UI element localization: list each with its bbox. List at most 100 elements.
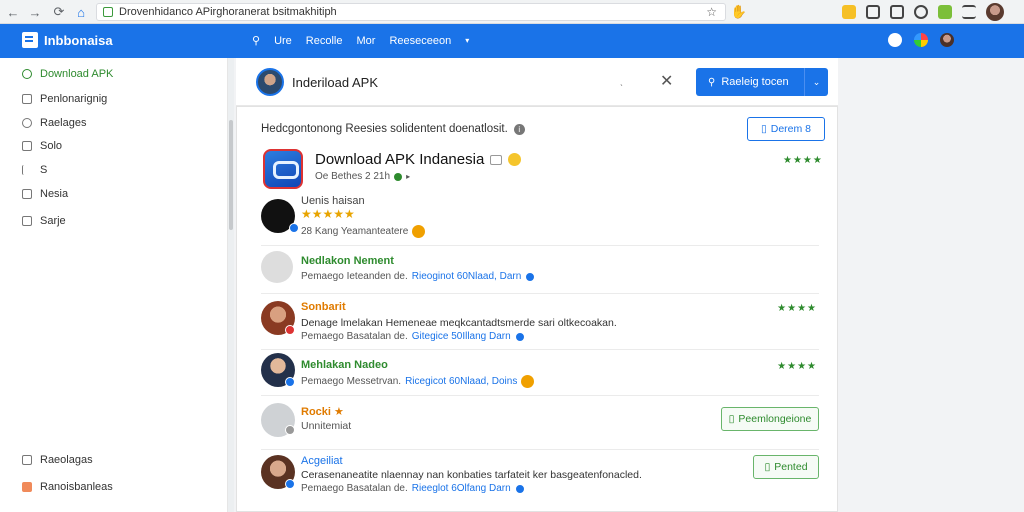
review-meta: Pemaego Messetrvan. Ricegicot 60Nlaad, D… (301, 375, 535, 388)
primary-action-label: Raeleig tocen (721, 76, 789, 88)
verified-shield-icon (490, 154, 503, 165)
notice-text: Hedcgontonong Reesies solidentent doenat… (261, 123, 525, 135)
app-header: Inbbonaisa ⚲ Ure Recolle Mor Reeseceeon … (0, 24, 1024, 58)
yellow-extension-icon[interactable] (842, 5, 856, 19)
sidebar-item-label: Raeolagas (40, 454, 93, 466)
top-action-button[interactable]: ▯ Derem 8 (747, 117, 825, 141)
reviewer-name: Nedlakon Nement (301, 255, 394, 267)
bookmark-star-icon[interactable]: ☆ (706, 5, 717, 19)
shield-extension-icon[interactable] (914, 5, 928, 19)
verified-badge-icon (514, 331, 525, 342)
review-meta-text: Pemaego Basatalan de. (301, 483, 408, 494)
info-icon[interactable]: i (513, 123, 525, 135)
review-meta: Pemaego Ieteanden de. Rieoginot 60Nlaad,… (301, 271, 536, 282)
header-nav-item[interactable]: Recolle (306, 35, 343, 47)
green-extension-icon[interactable] (938, 5, 952, 19)
page-icon (22, 94, 32, 104)
status-dot-icon (394, 172, 403, 181)
forward-icon[interactable]: → (24, 1, 46, 23)
sidebar-item[interactable]: Raelages (22, 117, 86, 129)
reviewer-avatar[interactable] (261, 251, 293, 283)
review-link[interactable]: Rieeglot 6Olfang Darn (412, 483, 511, 494)
reviewer-name: Sonbarit (301, 301, 346, 313)
review-meta-text: Pemaego Basatalan de. (301, 331, 408, 342)
doc-icon: ▯ (760, 123, 767, 135)
sidebar-item-label: Nesia (40, 188, 69, 200)
review-text: Cerasenaneatite nlaennay nan konbaties t… (301, 469, 642, 481)
apps-icon[interactable] (914, 33, 928, 47)
review-action-label: Peemlongeione (738, 413, 812, 425)
header-nav-item[interactable]: Reeseceeon (389, 35, 451, 47)
header-nav: ⚲ Ure Recolle Mor Reeseceeon ▾ (252, 34, 469, 48)
sidebar-item[interactable]: Sarje (22, 215, 66, 227)
sidebar-item[interactable]: Raeolagas (22, 454, 93, 466)
sidebar-item-label: Ranoisbanleas (40, 481, 113, 493)
app-meta: Oe Bethes 2 21h ▸ (315, 171, 410, 182)
sidebar-item[interactable]: Nesia (22, 188, 68, 200)
app-bar-title: Inderiload APK (292, 75, 379, 90)
app-title-bar: Inderiload APK ˎ ✕ ⚲ Raeleig tocen ⌄ (236, 58, 838, 106)
review-rating: ★★★★ (777, 303, 817, 314)
review-link[interactable]: Rieoginot 60Nlaad, Darn (412, 271, 522, 282)
pointer-extension-icon[interactable]: ✋ (728, 1, 750, 23)
review-meta-text: Pemaego Messetrvan. (301, 376, 402, 387)
profile-avatar[interactable] (986, 3, 1004, 21)
brand[interactable]: Inbbonaisa (22, 32, 113, 48)
menu-extension-icon[interactable] (962, 5, 976, 19)
app-icon[interactable] (263, 149, 303, 189)
review-meta-text: 28 Kang Yeamanteatere (301, 226, 409, 237)
app-avatar[interactable] (256, 68, 284, 96)
user-avatar[interactable] (940, 33, 954, 47)
verified-badge-icon (525, 271, 536, 282)
sidebar-item[interactable]: Solo (22, 140, 62, 152)
verified-badge-icon (285, 377, 295, 387)
list-icon (22, 189, 32, 199)
sidebar-item-download-apk[interactable]: Download APK (22, 68, 113, 80)
primary-action-button[interactable]: ⚲ Raeleig tocen ⌄ (696, 68, 828, 96)
review-action-label: Pented (774, 461, 808, 473)
review-meta: 28 Kang Yeamanteatere (301, 225, 426, 238)
search-icon: ⚲ (708, 76, 716, 88)
sidebar-scrollbar-thumb[interactable] (229, 120, 233, 230)
reviewer-stars: ★★★★★ (301, 207, 355, 221)
emoji-icon (521, 375, 535, 388)
help-icon[interactable] (888, 33, 902, 47)
doc-icon: ▯ (764, 461, 771, 473)
back-icon[interactable]: ← (2, 1, 24, 23)
sidebar: Download APK Penlonarignig Raelages Solo… (0, 58, 228, 512)
address-bar[interactable]: Drovenhidanco APirghoranerat bsitmakhiti… (96, 3, 726, 21)
header-nav-item[interactable]: Mor (356, 35, 375, 47)
review-meta: Pemaego Basatalan de. Gitegice 50Illang … (301, 331, 525, 342)
box-extension-icon[interactable] (890, 5, 904, 19)
review-meta-text: Pemaego Ieteanden de. (301, 271, 408, 282)
loading-indicator-icon: ˎ (620, 76, 624, 87)
search-icon[interactable]: ⚲ (252, 34, 260, 47)
review-action-button[interactable]: ▯ Peemlongeione (721, 407, 819, 431)
review-link[interactable]: Ricegicot 60Nlaad, Doins (405, 376, 517, 387)
reviewer-name: Acgeiliat (301, 455, 343, 467)
chevron-down-icon[interactable]: ▾ (465, 36, 469, 45)
divider (261, 245, 819, 246)
sidebar-item-label: Download APK (40, 68, 114, 80)
sidebar-item[interactable]: Penlonarignig (22, 93, 107, 105)
screen-extension-icon[interactable] (866, 5, 880, 19)
browser-toolbar: ← → ⟳ ⌂ Drovenhidanco APirghoranerat bsi… (0, 0, 1024, 24)
share-icon (22, 216, 32, 226)
sidebar-item-label: Raelages (40, 117, 87, 129)
chevron-down-icon[interactable]: ⌄ (804, 68, 828, 96)
download-icon (22, 69, 32, 79)
extension-tray (842, 3, 1004, 21)
close-icon[interactable]: ✕ (660, 71, 673, 91)
review-action-button[interactable]: ▯ Pented (753, 455, 819, 479)
divider (261, 395, 819, 396)
header-nav-item[interactable]: Ure (274, 35, 292, 47)
reviewer-name: Rocki ★ (301, 406, 344, 418)
sidebar-item[interactable]: S (22, 164, 47, 176)
review-link[interactable]: Gitegice 50Illang Darn (412, 331, 511, 342)
verified-badge-icon (285, 479, 295, 489)
home-icon[interactable]: ⌂ (70, 1, 92, 23)
sidebar-item[interactable]: Ranoisbanleas (22, 481, 113, 493)
arrow-icon: ▸ (406, 172, 411, 181)
review-line: Unnitemiat (301, 420, 352, 432)
reload-icon[interactable]: ⟳ (48, 1, 70, 23)
